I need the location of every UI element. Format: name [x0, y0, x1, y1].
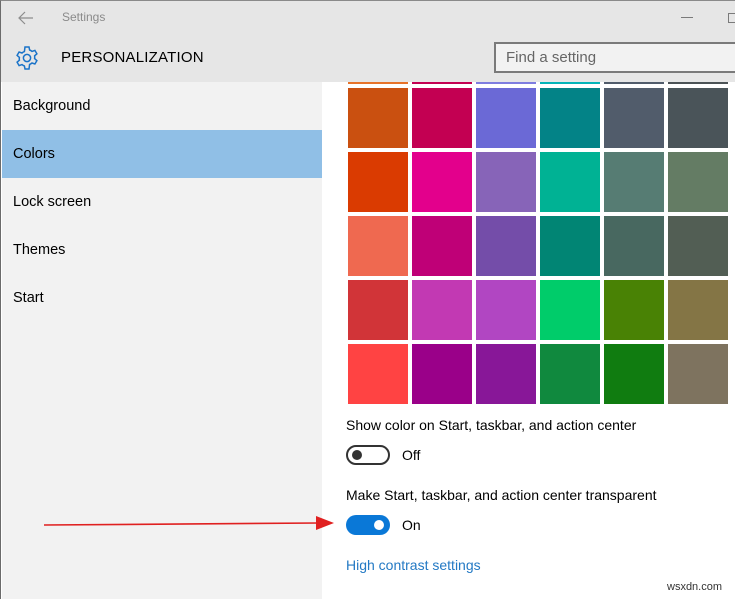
color-swatch[interactable]: [348, 216, 408, 276]
watermark: wsxdn.com: [667, 581, 723, 593]
sidebar-item-colors[interactable]: Colors: [2, 130, 322, 178]
color-swatch[interactable]: [412, 152, 472, 212]
color-swatch[interactable]: [668, 280, 728, 340]
color-swatch[interactable]: [668, 152, 728, 212]
page-header: PERSONALIZATION: [1, 35, 735, 82]
toggle-knob: [374, 520, 384, 530]
color-swatch[interactable]: [348, 88, 408, 148]
arrow-left-icon: [18, 11, 33, 25]
color-swatch[interactable]: [412, 216, 472, 276]
color-swatch[interactable]: [540, 344, 600, 404]
color-swatch[interactable]: [540, 88, 600, 148]
sidebar-item-start[interactable]: Start: [2, 274, 322, 322]
page-title: PERSONALIZATION: [61, 49, 204, 66]
color-swatch[interactable]: [476, 280, 536, 340]
color-swatch[interactable]: [348, 280, 408, 340]
color-swatch[interactable]: [412, 88, 472, 148]
sidebar-item-lock-screen[interactable]: Lock screen: [2, 178, 322, 226]
color-swatch[interactable]: [604, 82, 664, 84]
minimize-icon[interactable]: [681, 17, 693, 18]
search-input[interactable]: [494, 42, 735, 73]
color-swatch[interactable]: [348, 82, 408, 84]
color-swatch[interactable]: [476, 216, 536, 276]
color-swatch[interactable]: [348, 344, 408, 404]
color-swatch[interactable]: [668, 82, 728, 84]
color-swatch[interactable]: [476, 88, 536, 148]
accent-color-grid: [348, 82, 728, 404]
window-title: Settings: [62, 10, 106, 24]
color-swatch[interactable]: [476, 344, 536, 404]
color-swatch[interactable]: [604, 88, 664, 148]
color-swatch[interactable]: [604, 280, 664, 340]
content-pane: Show color on Start, taskbar, and action…: [322, 82, 735, 599]
transparent-label: Make Start, taskbar, and action center t…: [346, 487, 657, 503]
annotation-arrow-icon: [44, 516, 334, 530]
sidebar-item-themes[interactable]: Themes: [2, 226, 322, 274]
sidebar-item-label: Background: [13, 98, 91, 114]
color-swatch[interactable]: [604, 152, 664, 212]
color-swatch[interactable]: [604, 344, 664, 404]
sidebar-item-label: Start: [13, 290, 44, 306]
color-swatch[interactable]: [412, 280, 472, 340]
transparent-state: On: [402, 517, 421, 533]
color-swatch[interactable]: [476, 82, 536, 84]
title-bar: Settings: [1, 1, 735, 35]
color-swatch[interactable]: [604, 216, 664, 276]
maximize-icon[interactable]: [728, 13, 735, 23]
color-swatch[interactable]: [540, 82, 600, 84]
gear-icon: [16, 46, 38, 70]
color-swatch[interactable]: [668, 216, 728, 276]
show-color-state: Off: [402, 447, 421, 463]
color-swatch[interactable]: [412, 344, 472, 404]
color-swatch[interactable]: [412, 82, 472, 84]
color-swatch[interactable]: [348, 152, 408, 212]
color-swatch[interactable]: [476, 152, 536, 212]
sidebar-item-label: Themes: [13, 242, 66, 258]
sidebar-item-label: Colors: [13, 146, 55, 162]
show-color-label: Show color on Start, taskbar, and action…: [346, 417, 637, 433]
transparency-toggle[interactable]: [346, 515, 390, 535]
color-swatch[interactable]: [540, 152, 600, 212]
color-swatch[interactable]: [540, 216, 600, 276]
sidebar-item-label: Lock screen: [13, 194, 92, 210]
color-swatch[interactable]: [668, 88, 728, 148]
high-contrast-settings-link[interactable]: High contrast settings: [346, 557, 481, 573]
show-color-toggle[interactable]: [346, 445, 390, 465]
color-swatch[interactable]: [540, 280, 600, 340]
sidebar-item-background[interactable]: Background: [2, 82, 322, 130]
toggle-knob: [352, 450, 362, 460]
settings-window: Settings PERSONALIZATION Background Colo…: [0, 0, 735, 599]
back-button[interactable]: [15, 7, 37, 29]
color-swatch[interactable]: [668, 344, 728, 404]
